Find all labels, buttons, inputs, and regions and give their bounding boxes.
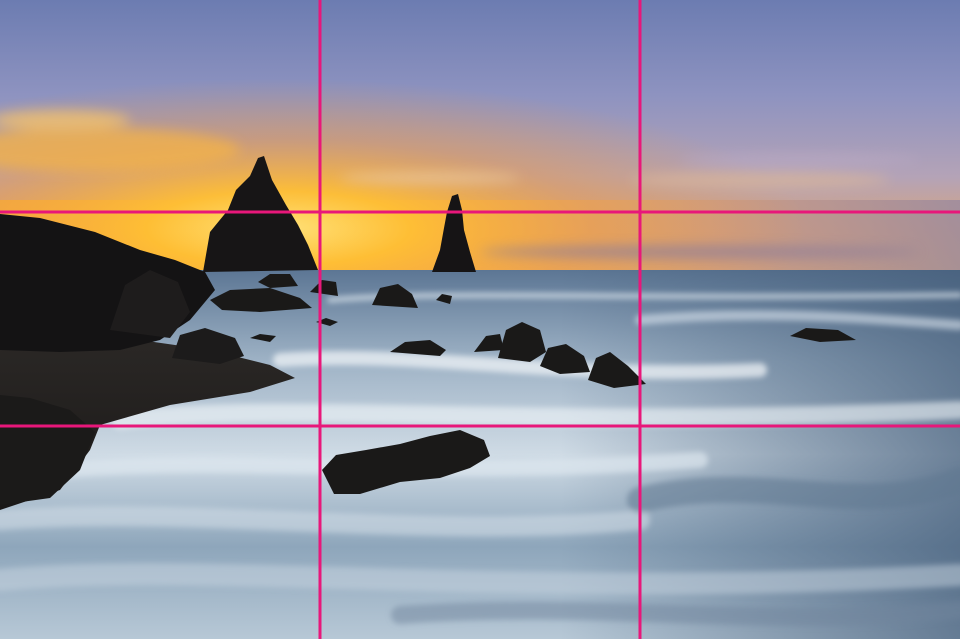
- photo-render: [0, 0, 960, 639]
- seascape-photo: [0, 0, 960, 639]
